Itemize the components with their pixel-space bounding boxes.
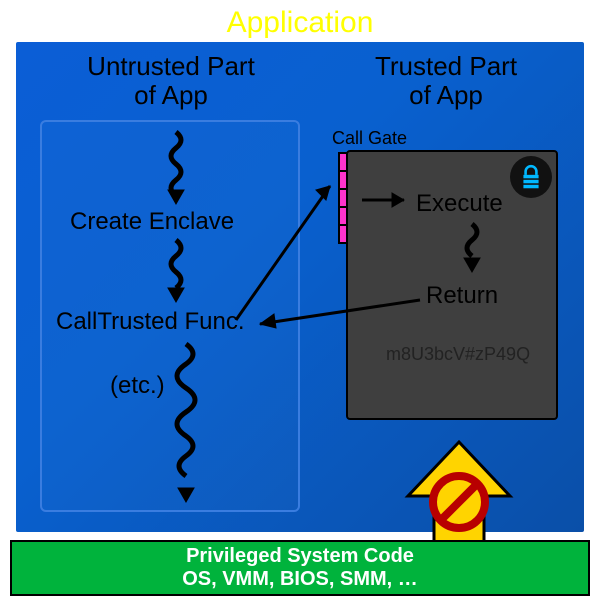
privileged-bar: Privileged System Code OS, VMM, BIOS, SM… <box>10 540 590 596</box>
flow-squiggle-2 <box>156 238 196 310</box>
untrusted-heading: Untrusted Part of App <box>56 52 286 109</box>
untrusted-heading-text: Untrusted Part of App <box>87 51 255 110</box>
privileged-line1: Privileged System Code <box>12 545 588 568</box>
privileged-line2: OS, VMM, BIOS, SMM, … <box>12 568 588 591</box>
arrow-gate-to-execute <box>360 186 420 216</box>
secret-data: m8U3bcV#zP49Q <box>386 344 530 365</box>
lock-icon <box>510 156 552 198</box>
flow-squiggle-3 <box>166 342 216 506</box>
step-create-enclave: Create Enclave <box>70 208 234 236</box>
callgate-label: Call Gate <box>332 128 407 149</box>
flow-squiggle-1 <box>156 130 196 208</box>
arrow-return-to-call <box>246 294 426 334</box>
trusted-heading-text: Trusted Part of App <box>375 51 517 110</box>
step-return: Return <box>426 282 498 310</box>
application-container: Untrusted Part of App Trusted Part of Ap… <box>16 42 584 532</box>
trusted-heading: Trusted Part of App <box>336 52 556 109</box>
step-call-trusted: CallTrusted Func. <box>56 308 245 336</box>
page-title: Application <box>0 0 600 40</box>
step-etc: (etc.) <box>110 372 165 400</box>
step-execute: Execute <box>416 190 503 218</box>
flow-squiggle-trusted <box>454 222 490 282</box>
